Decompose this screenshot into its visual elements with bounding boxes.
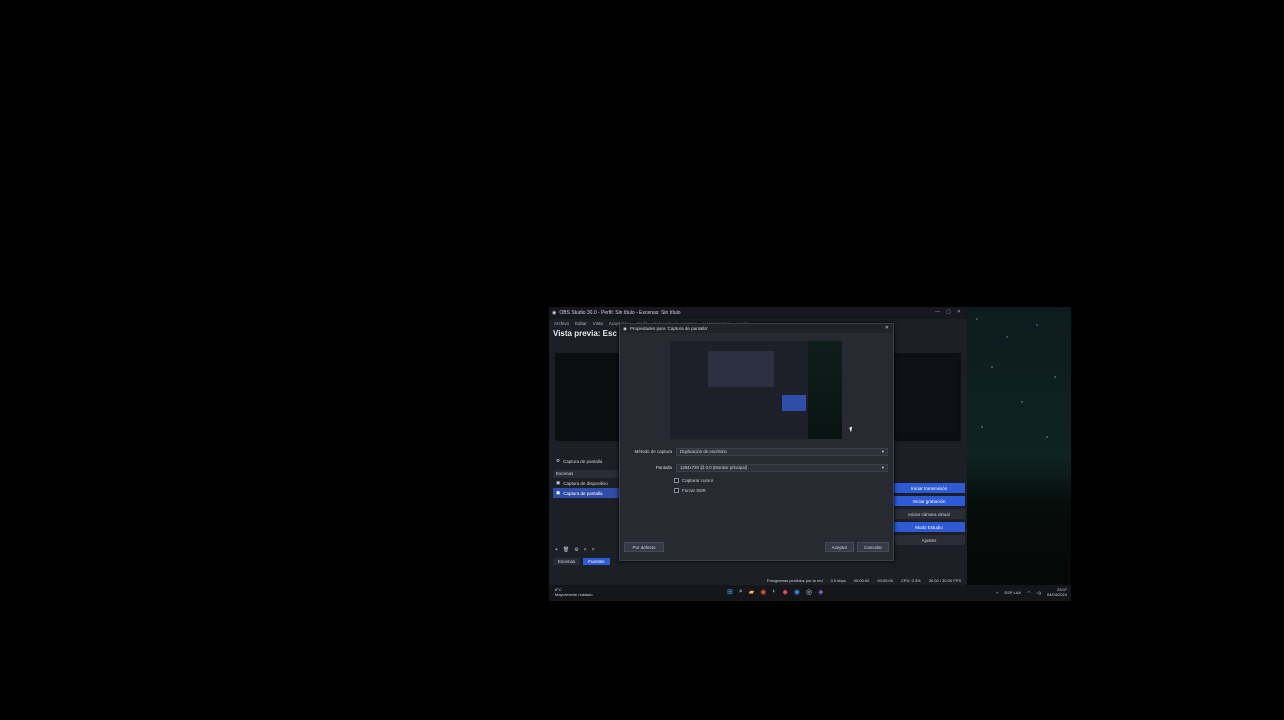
weather-widget[interactable]: 8°C Mayormente nublado bbox=[555, 587, 593, 597]
remove-icon[interactable]: 🗑 bbox=[563, 547, 569, 553]
accept-button[interactable]: Aceptar bbox=[825, 542, 854, 552]
chevron-down-icon: ▾ bbox=[881, 464, 884, 470]
settings-button[interactable]: Ajustes bbox=[893, 535, 965, 545]
source-label: Captura de pantalla bbox=[563, 490, 603, 496]
wallpaper-trees bbox=[967, 457, 1071, 587]
chevron-down-icon: ▾ bbox=[881, 448, 884, 454]
menu-item-view[interactable]: Vista bbox=[593, 321, 603, 326]
preview-inner-window bbox=[708, 351, 774, 387]
capture-cursor-label: Capturar cursor bbox=[682, 477, 714, 483]
checkbox-box[interactable] bbox=[674, 487, 679, 493]
source-icon: ▣ bbox=[556, 490, 561, 495]
controls-dock: Iniciar transmisión Iniciar grabación In… bbox=[893, 483, 965, 548]
source-toolbar[interactable]: ⚙ Captura de pantalla bbox=[553, 456, 619, 466]
preview-screenshot bbox=[670, 341, 808, 439]
obs-logo-icon: ◉ bbox=[623, 325, 627, 331]
status-rec-time: 00:00:00 bbox=[877, 578, 893, 583]
force-sdr-label: Forzar SDR bbox=[682, 487, 706, 493]
method-label: Método de captura bbox=[634, 449, 672, 454]
display-row: Pantalla 1284x720 @ 0,0 (Monitor princip… bbox=[624, 463, 888, 472]
dock-toolbar: + 🗑 ⚙ ˄ ˅ bbox=[555, 547, 595, 553]
studio-mode-button[interactable]: Modo Estudio bbox=[893, 522, 965, 532]
dock-tabs: Escenas Fuentes bbox=[553, 558, 610, 565]
up-icon[interactable]: ˄ bbox=[584, 547, 587, 553]
edge-icon[interactable]: ◐ bbox=[772, 588, 776, 596]
obs-icon[interactable]: ◎ bbox=[806, 588, 812, 596]
display-label: Pantalla bbox=[655, 465, 672, 470]
method-select[interactable]: Duplicación de escritorio ▾ bbox=[676, 447, 888, 456]
dialog-title: Propiedades para 'Captura de pantalla' bbox=[629, 326, 708, 331]
minimize-icon[interactable]: — bbox=[935, 309, 940, 315]
force-sdr-checkbox[interactable]: Forzar SDR bbox=[674, 486, 706, 494]
clock-date: 04/04/2024 bbox=[1046, 592, 1067, 597]
method-row: Método de captura Duplicación de escrito… bbox=[624, 447, 888, 456]
source-icon: ▣ bbox=[556, 480, 561, 485]
capture-preview bbox=[670, 341, 854, 439]
tab-sources[interactable]: Fuentes bbox=[583, 558, 610, 565]
menu-item-edit[interactable]: Editar bbox=[575, 321, 587, 326]
close-icon[interactable]: ✕ bbox=[885, 325, 889, 331]
desktop: ◉ OBS Studio 30.0 - Perfil: Sin título -… bbox=[549, 307, 1071, 601]
tab-scenes[interactable]: Escenas bbox=[553, 558, 581, 565]
start-recording-button[interactable]: Iniciar grabación bbox=[893, 496, 965, 506]
preview-wallpaper bbox=[808, 341, 842, 439]
system-tray: ˄ ESP LAA ◠ ◁) 23:07 04/04/2024 bbox=[996, 587, 1067, 597]
source-bar-label: Captura de pantalla bbox=[563, 458, 603, 464]
gear-icon[interactable]: ⚙ bbox=[556, 458, 560, 464]
display-select[interactable]: 1284x720 @ 0,0 (Monitor principal) ▾ bbox=[676, 463, 888, 472]
maximize-icon[interactable]: ▢ bbox=[946, 309, 951, 315]
panel-header: Escenas bbox=[553, 470, 619, 478]
obs-titlebar: ◉ OBS Studio 30.0 - Perfil: Sin título -… bbox=[549, 307, 967, 319]
chrome-icon[interactable]: ◉ bbox=[760, 588, 766, 596]
capture-cursor-checkbox[interactable]: Capturar cursor bbox=[674, 476, 713, 484]
mouse-cursor-icon bbox=[849, 426, 854, 433]
language-indicator[interactable]: ESP LAA bbox=[1004, 590, 1021, 595]
settings-icon[interactable]: ⚙ bbox=[574, 547, 578, 553]
preview-thumbnail bbox=[893, 357, 957, 433]
status-fps: 30.00 / 30.00 FPS bbox=[928, 578, 961, 583]
window-title: OBS Studio 30.0 - Perfil: Sin título - E… bbox=[559, 310, 681, 316]
chevron-up-icon[interactable]: ˄ bbox=[996, 590, 998, 595]
start-streaming-button[interactable]: Iniciar transmisión bbox=[893, 483, 965, 493]
display-value: 1284x720 @ 0,0 (Monitor principal) bbox=[680, 465, 748, 470]
status-bitrate: 0.0 kbps bbox=[830, 578, 846, 583]
dialog-titlebar: ◉ Propiedades para 'Captura de pantalla'… bbox=[620, 324, 893, 333]
method-value: Duplicación de escritorio bbox=[680, 449, 727, 454]
windows-taskbar: 8°C Mayormente nublado ⊞ ⌕ ▰ ◉ ◐ ◆ ◉ ◎ ◈… bbox=[549, 585, 1071, 601]
menu-item-file[interactable]: Archivo bbox=[554, 321, 569, 326]
app-icon[interactable]: ◆ bbox=[783, 588, 788, 596]
virtual-camera-button[interactable]: Iniciar cámara virtual bbox=[893, 509, 965, 519]
wifi-icon[interactable]: ◠ bbox=[1027, 590, 1031, 595]
properties-dialog: ◉ Propiedades para 'Captura de pantalla'… bbox=[619, 323, 894, 561]
close-icon[interactable]: ✕ bbox=[957, 309, 961, 315]
status-bar: Fotogramas perdidos por la red 0.0 kbps … bbox=[549, 576, 967, 585]
status-cpu: CPU: 0.3% bbox=[900, 578, 921, 583]
app-icon[interactable]: ◈ bbox=[818, 588, 823, 596]
source-label: Captura de dispositivo bbox=[563, 480, 608, 486]
status-dropped-frames: Fotogramas perdidos por la red bbox=[766, 578, 823, 583]
defaults-button[interactable]: Por defecto bbox=[624, 542, 664, 552]
windows-start-icon[interactable]: ⊞ bbox=[727, 588, 733, 596]
search-icon[interactable]: ⌕ bbox=[739, 588, 743, 596]
add-icon[interactable]: + bbox=[555, 547, 558, 553]
volume-icon[interactable]: ◁) bbox=[1037, 590, 1041, 595]
clock[interactable]: 23:07 04/04/2024 bbox=[1047, 587, 1067, 597]
obs-logo-icon: ◉ bbox=[552, 310, 557, 316]
weather-text: Mayormente nublado bbox=[555, 592, 593, 597]
status-stream-time: 00:00:00 bbox=[853, 578, 870, 583]
taskbar-apps: ⊞ ⌕ ▰ ◉ ◐ ◆ ◉ ◎ ◈ bbox=[727, 588, 824, 596]
list-item[interactable]: ▣ Captura de pantalla bbox=[553, 488, 619, 498]
checkbox-box[interactable] bbox=[674, 477, 679, 483]
down-icon[interactable]: ˅ bbox=[592, 547, 595, 553]
obs-window: ◉ OBS Studio 30.0 - Perfil: Sin título -… bbox=[549, 307, 967, 585]
preview-buttons bbox=[782, 395, 806, 411]
list-item[interactable]: ▣ Captura de dispositivo bbox=[553, 478, 619, 488]
app-icon[interactable]: ◉ bbox=[794, 588, 800, 596]
cancel-button[interactable]: Cancelar bbox=[857, 542, 889, 552]
file-explorer-icon[interactable]: ▰ bbox=[749, 588, 754, 596]
